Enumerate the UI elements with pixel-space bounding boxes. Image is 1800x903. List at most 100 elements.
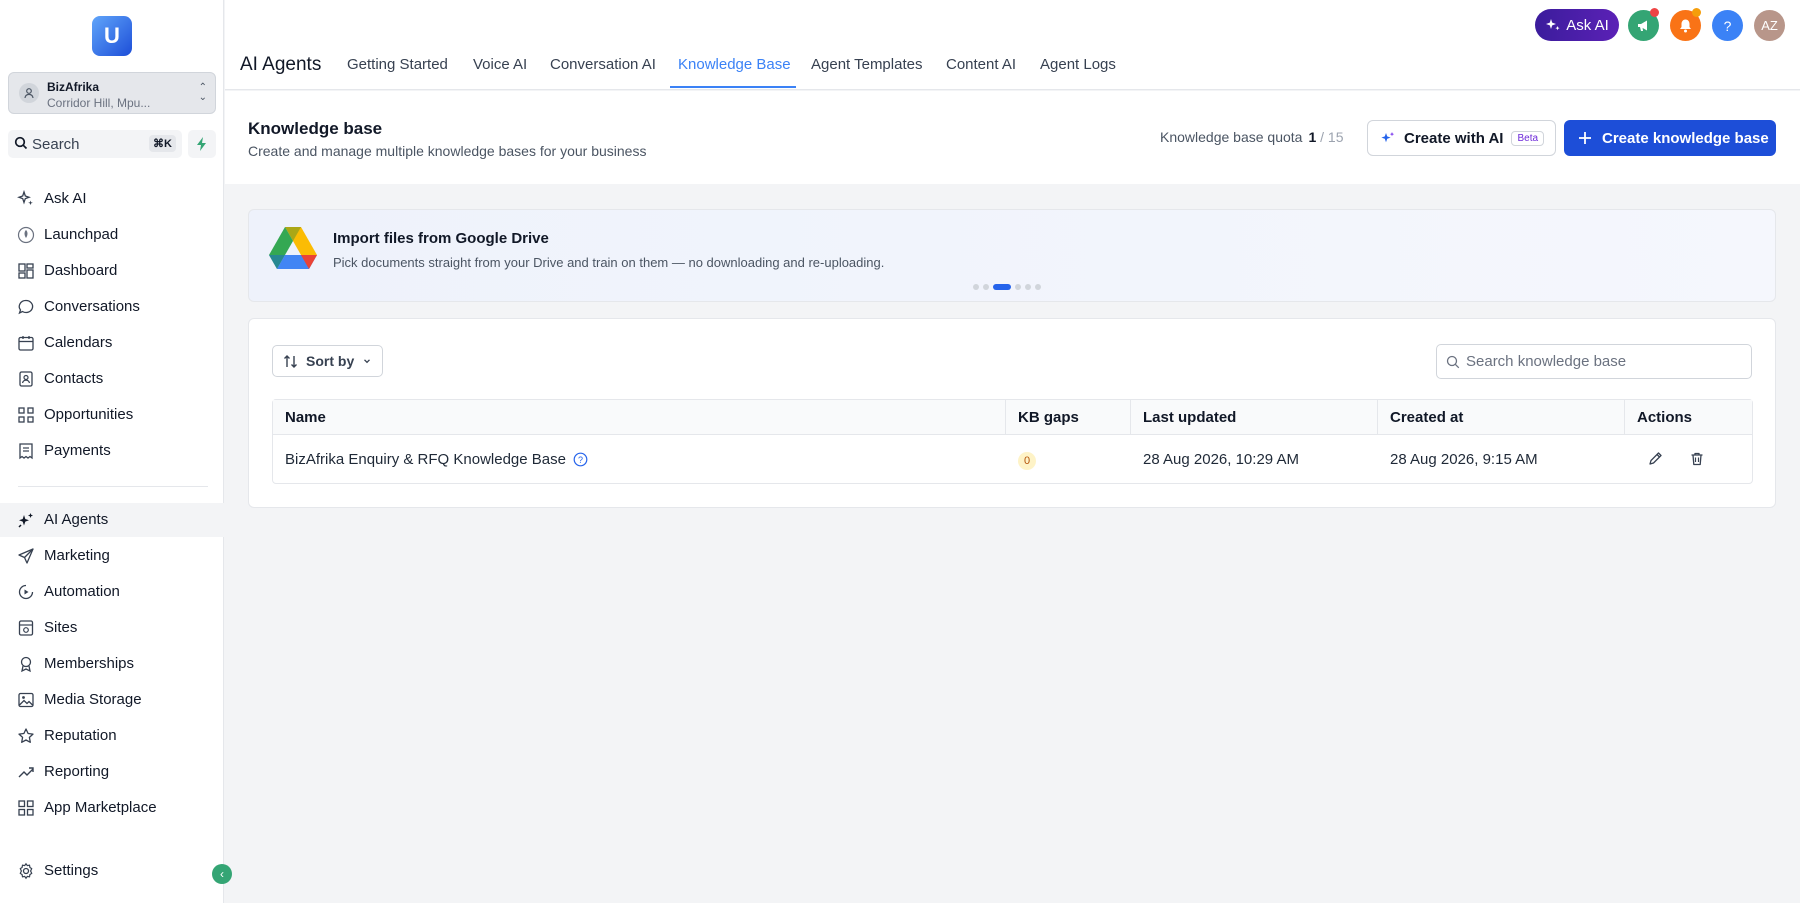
- sidebar-item-label: Automation: [44, 583, 120, 600]
- tab-conversation-ai[interactable]: Conversation AI: [550, 56, 656, 73]
- sidebar-item-label: Settings: [44, 862, 99, 879]
- sidebar-item-memberships[interactable]: Memberships: [0, 647, 224, 681]
- beta-badge: Beta: [1511, 130, 1545, 146]
- help-button[interactable]: ?: [1712, 10, 1743, 41]
- create-with-ai-button[interactable]: Create with AI Beta: [1367, 120, 1556, 156]
- tab-getting-started[interactable]: Getting Started: [347, 56, 448, 73]
- row-name-cell[interactable]: BizAfrika Enquiry & RFQ Knowledge Base ?: [273, 435, 1006, 484]
- pagination-dot[interactable]: [1025, 284, 1031, 290]
- sidebar-item-reporting[interactable]: Reporting: [0, 755, 224, 789]
- sites-icon: [18, 620, 34, 636]
- sidebar-item-payments[interactable]: Payments: [0, 434, 224, 468]
- chevron-down-icon: [364, 359, 371, 364]
- column-header-created-at[interactable]: Created at: [1378, 400, 1625, 435]
- row-created-at-cell: 28 Aug 2026, 9:15 AM: [1390, 451, 1538, 468]
- pagination-dot[interactable]: [1015, 284, 1021, 290]
- sidebar-item-automation[interactable]: Automation: [0, 575, 224, 609]
- sidebar-item-label: Memberships: [44, 655, 135, 672]
- sidebar-item-label: Calendars: [44, 334, 113, 351]
- account-location: Corridor Hill, Mpu...: [47, 96, 151, 110]
- sidebar-item-marketing[interactable]: Marketing: [0, 539, 224, 573]
- bolt-icon: [197, 137, 206, 151]
- sidebar-item-contacts[interactable]: Contacts: [0, 362, 224, 396]
- tab-agent-templates[interactable]: Agent Templates: [811, 56, 922, 73]
- pagination-dot[interactable]: [973, 284, 979, 290]
- sparkles-icon: [1546, 19, 1560, 31]
- quota-used: 1: [1308, 129, 1317, 145]
- tab-agent-logs[interactable]: Agent Logs: [1040, 56, 1116, 73]
- tab-content-ai[interactable]: Content AI: [946, 56, 1016, 73]
- kb-search-field[interactable]: [1436, 344, 1752, 379]
- app-logo[interactable]: U: [92, 16, 132, 56]
- sidebar-divider: [18, 486, 208, 487]
- top-bar: AI Agents Getting Started Voice AI Conve…: [225, 0, 1800, 90]
- pagination-dot[interactable]: [1035, 284, 1041, 290]
- sidebar-item-label: Dashboard: [44, 262, 118, 279]
- account-switcher[interactable]: BizAfrika Corridor Hill, Mpu... ⌃ ⌄: [8, 72, 216, 114]
- bell-icon: [1680, 19, 1691, 33]
- column-header-name[interactable]: Name: [273, 400, 1006, 435]
- dashboard-icon: [18, 263, 34, 279]
- collapse-sidebar-button[interactable]: ‹: [212, 864, 232, 884]
- search-icon: [1446, 355, 1460, 368]
- sidebar-item-settings[interactable]: Settings: [0, 854, 224, 888]
- svg-text:?: ?: [578, 455, 583, 465]
- notification-dot: [1650, 8, 1659, 17]
- ask-ai-button[interactable]: Ask AI: [1535, 9, 1619, 41]
- create-knowledge-base-label: Create knowledge base: [1602, 129, 1769, 147]
- kb-name: BizAfrika Enquiry & RFQ Knowledge Base: [285, 451, 566, 468]
- kb-search-input[interactable]: [1466, 353, 1746, 370]
- sidebar-item-ai-agents[interactable]: AI Agents: [0, 503, 224, 537]
- pagination-dot[interactable]: [983, 284, 989, 290]
- page-header: Knowledge base Create and manage multipl…: [225, 91, 1800, 184]
- star-icon: [18, 728, 34, 743]
- search-icon: [14, 136, 28, 155]
- sidebar-item-label: Launchpad: [44, 226, 119, 243]
- sidebar-item-label: Payments: [44, 442, 111, 459]
- sidebar-item-launchpad[interactable]: Launchpad: [0, 218, 224, 252]
- delete-button[interactable]: [1686, 448, 1708, 470]
- sidebar-item-label: Reporting: [44, 763, 110, 780]
- automation-icon: [18, 584, 34, 600]
- sidebar-item-dashboard[interactable]: Dashboard: [0, 254, 224, 288]
- sidebar-search[interactable]: Search ⌘K: [8, 130, 182, 158]
- promo-banner[interactable]: Import files from Google Drive Pick docu…: [248, 209, 1776, 302]
- sidebar-item-label: AI Agents: [44, 511, 109, 528]
- section-title: Knowledge base: [248, 119, 383, 138]
- sidebar-item-media-storage[interactable]: Media Storage: [0, 683, 224, 717]
- trash-icon: [1691, 452, 1703, 466]
- row-last-updated-cell: 28 Aug 2026, 10:29 AM: [1143, 451, 1299, 468]
- sidebar-item-calendars[interactable]: Calendars: [0, 326, 224, 360]
- sidebar-item-reputation[interactable]: Reputation: [0, 719, 224, 753]
- column-header-kb-gaps[interactable]: KB gaps: [1006, 400, 1131, 435]
- sidebar: U BizAfrika Corridor Hill, Mpu... ⌃ ⌄ Sea…: [0, 0, 224, 903]
- sparkles-icon: [1381, 132, 1395, 143]
- sidebar-item-ask-ai[interactable]: Ask AI: [0, 182, 224, 216]
- trend-icon: [18, 767, 34, 778]
- grid-icon: [18, 800, 34, 816]
- sort-by-button[interactable]: Sort by: [272, 345, 383, 377]
- column-header-last-updated[interactable]: Last updated: [1131, 400, 1378, 435]
- calendar-icon: [18, 336, 34, 351]
- logo-letter: U: [104, 23, 120, 48]
- sidebar-item-label: App Marketplace: [44, 799, 157, 816]
- sort-icon: [284, 354, 297, 368]
- info-icon[interactable]: ?: [573, 452, 588, 467]
- image-icon: [18, 692, 34, 708]
- edit-button[interactable]: [1644, 448, 1666, 470]
- quota-label: Knowledge base quota: [1160, 129, 1303, 145]
- sparkles-icon: [17, 190, 33, 206]
- sidebar-item-app-marketplace[interactable]: App Marketplace: [0, 791, 224, 825]
- knowledge-base-table: Name KB gaps Last updated Created at Act…: [272, 399, 1753, 484]
- sidebar-item-conversations[interactable]: Conversations: [0, 290, 224, 324]
- quick-action-button[interactable]: [188, 130, 216, 158]
- search-shortcut: ⌘K: [149, 135, 176, 152]
- sidebar-item-label: Opportunities: [44, 406, 134, 423]
- tab-knowledge-base[interactable]: Knowledge Base: [678, 56, 791, 73]
- create-knowledge-base-button[interactable]: Create knowledge base: [1564, 120, 1776, 156]
- pagination-dot-active[interactable]: [993, 284, 1011, 290]
- sidebar-item-sites[interactable]: Sites: [0, 611, 224, 645]
- sidebar-item-opportunities[interactable]: Opportunities: [0, 398, 224, 432]
- avatar[interactable]: AZ: [1754, 10, 1785, 41]
- tab-voice-ai[interactable]: Voice AI: [473, 56, 527, 73]
